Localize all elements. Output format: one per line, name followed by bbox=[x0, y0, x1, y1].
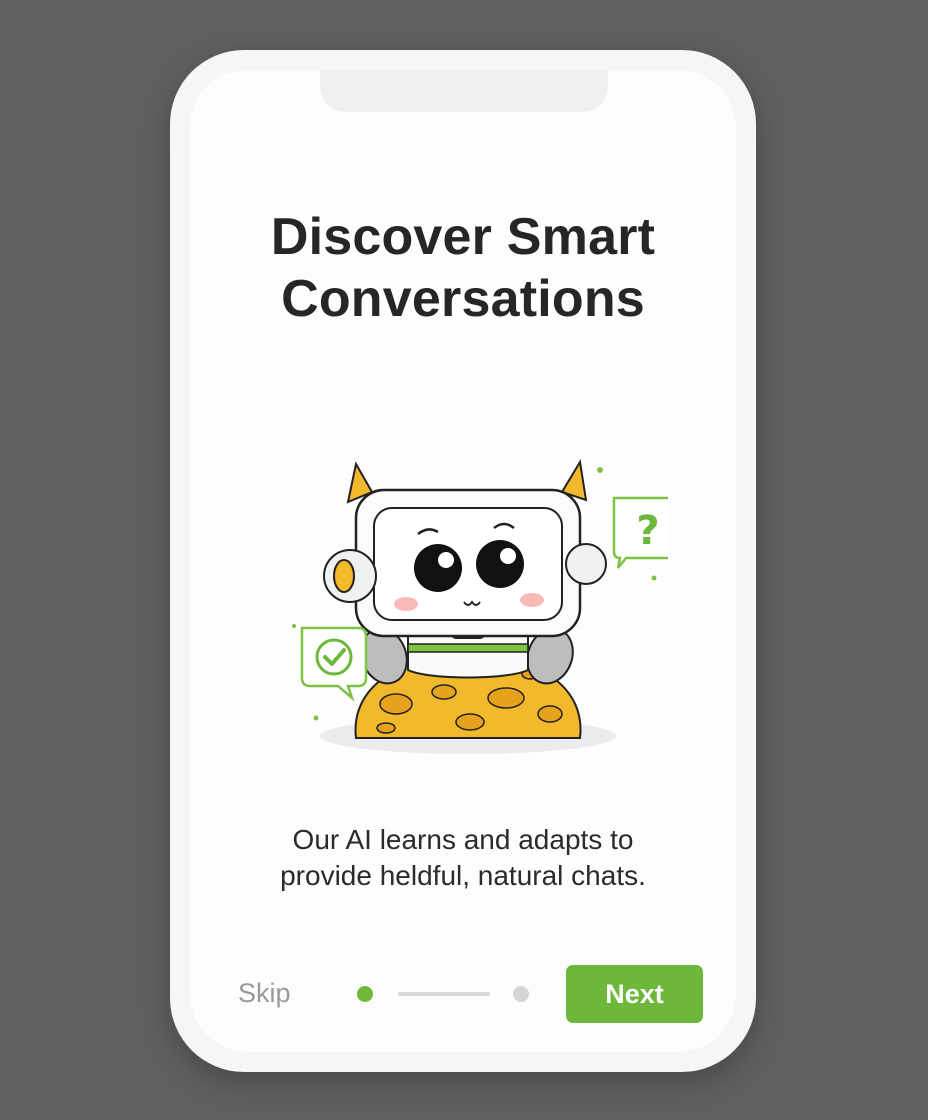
page-indicator-inactive bbox=[513, 986, 529, 1002]
check-bubble-icon bbox=[300, 626, 368, 702]
page-subtitle: Our AI learns and adapts to provide held… bbox=[280, 824, 646, 891]
robot-illustration: ? bbox=[292, 459, 668, 754]
page-title: Discover Smart Conversations bbox=[270, 208, 656, 328]
page-indicator-active bbox=[357, 986, 373, 1002]
svg-text:?: ? bbox=[636, 508, 659, 554]
page-indicator-line bbox=[398, 992, 490, 996]
skip-button[interactable]: Skip bbox=[238, 978, 291, 1009]
question-bubble-icon: ? bbox=[612, 496, 668, 569]
next-button[interactable]: Next bbox=[566, 965, 703, 1023]
robot-head bbox=[323, 459, 607, 638]
phone-frame: Discover Smart Conversations ? Our AI le… bbox=[170, 50, 756, 1072]
onboarding-footer: Skip Next bbox=[190, 964, 736, 1024]
onboarding-screen: Discover Smart Conversations ? Our AI le… bbox=[190, 70, 736, 1052]
phone-notch bbox=[320, 70, 608, 112]
